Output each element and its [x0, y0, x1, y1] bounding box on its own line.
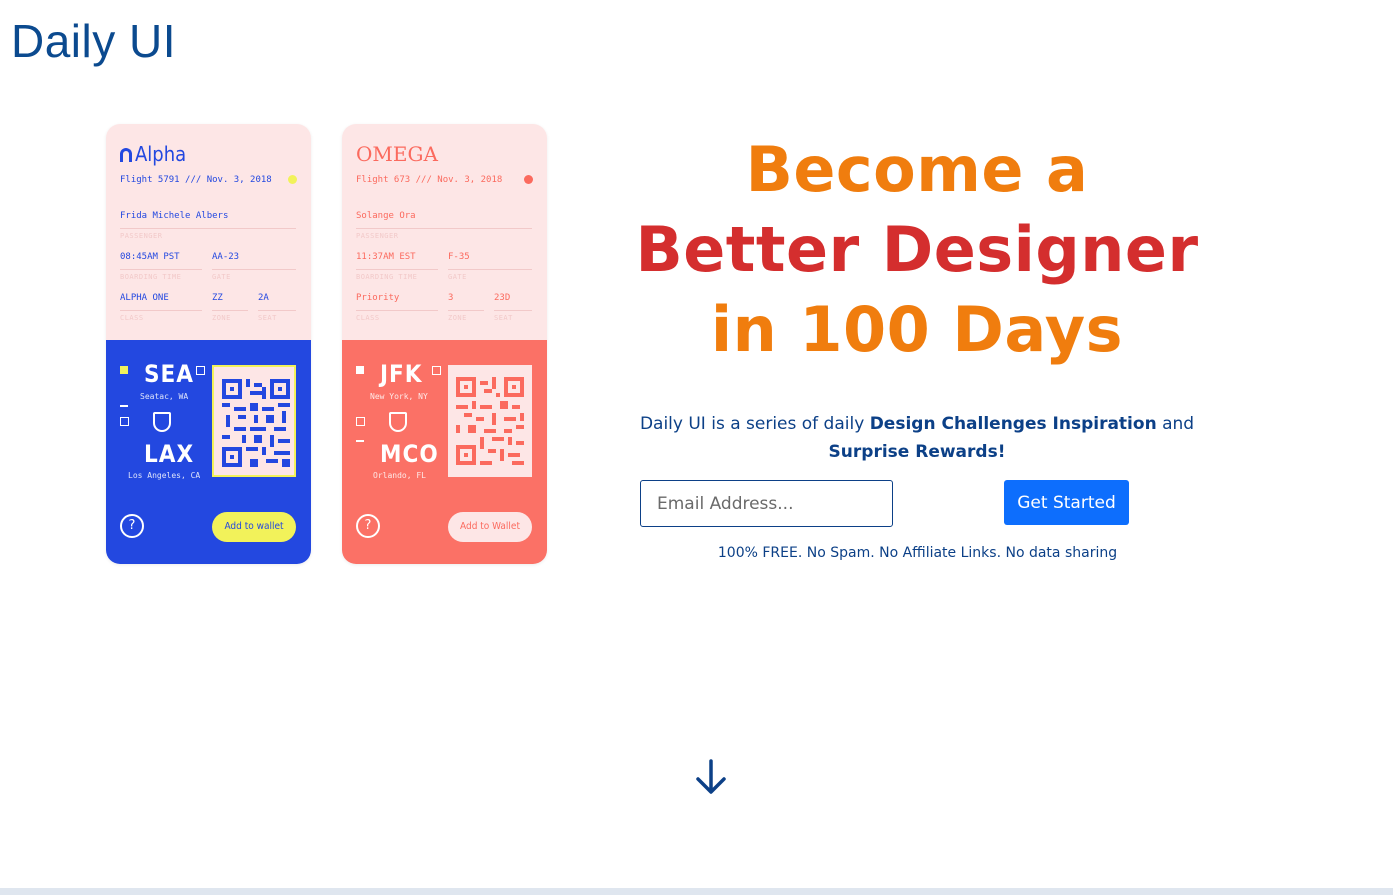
origin-code: JFK: [380, 360, 423, 388]
gate-label: GATE: [448, 273, 467, 281]
ticket-bottom: SEA Seatac, WA LAX Los Angeles, CA ? Add…: [106, 340, 311, 564]
square-icon: [356, 366, 364, 374]
zone-label: ZONE: [448, 314, 467, 322]
passenger-label: PASSENGER: [356, 232, 399, 240]
add-to-wallet-button[interactable]: Add to wallet: [212, 512, 296, 542]
passenger-label: PASSENGER: [120, 232, 163, 240]
fine-print: 100% FREE. No Spam. No Affiliate Links. …: [717, 545, 1118, 561]
help-button[interactable]: ?: [120, 514, 144, 538]
lead-text-part: Daily UI is a series of daily: [639, 414, 870, 434]
class: ALPHA ONE: [120, 293, 169, 303]
lead-highlight: Design Challenges Inspiration: [869, 414, 1157, 434]
dash-icon: [356, 440, 364, 442]
ticket-omega: OMEGA Flight 673 /// Nov. 3, 2018 Solang…: [342, 124, 547, 564]
boarding-time: 08:45AM PST: [120, 252, 180, 262]
seat-label: SEAT: [494, 314, 513, 322]
hero-line-1: Become a: [745, 133, 1089, 206]
divider: [448, 310, 484, 311]
seat-label: SEAT: [258, 314, 277, 322]
status-dot: [524, 175, 533, 184]
hero-line-2: Better Designer: [635, 213, 1199, 286]
origin-city: Seatac, WA: [140, 392, 189, 401]
zone: ZZ: [212, 293, 223, 303]
divider: [258, 310, 296, 311]
alpha-logo-icon: [120, 148, 132, 162]
box-icon: [432, 366, 441, 375]
ticket-top: OMEGA Flight 673 /// Nov. 3, 2018 Solang…: [342, 124, 547, 340]
qr-code: [212, 365, 296, 477]
zone-label: ZONE: [212, 314, 231, 322]
add-to-wallet-button[interactable]: Add to Wallet: [448, 512, 532, 542]
destination-code: MCO: [380, 440, 439, 468]
footer-strip: [0, 888, 1393, 895]
seat: 2A: [258, 293, 269, 303]
boarding-time: 11:37AM EST: [356, 252, 416, 262]
status-dot: [288, 175, 297, 184]
site-logo[interactable]: Daily UI: [11, 14, 176, 68]
class-label: CLASS: [356, 314, 380, 322]
flight-info: Flight 673 /// Nov. 3, 2018: [356, 175, 503, 185]
gate: AA-23: [212, 252, 240, 262]
ticket-top: Alpha Flight 5791 /// Nov. 3, 2018 Frida…: [106, 124, 311, 340]
class-label: CLASS: [120, 314, 144, 322]
ticket-brand: OMEGA: [356, 142, 438, 166]
destination-code: LAX: [144, 440, 195, 468]
passenger-name: Frida Michele Albers: [120, 211, 229, 221]
divider: [212, 269, 296, 270]
arrow-down-icon[interactable]: [693, 758, 729, 796]
divider: [120, 310, 202, 311]
qr-code: [448, 365, 532, 477]
box-icon: [196, 366, 205, 375]
dash-icon: [120, 405, 128, 407]
origin-code: SEA: [144, 360, 195, 388]
lead-highlight: Surprise Rewards!: [828, 442, 1006, 462]
zone: 3: [448, 293, 454, 303]
boarding-time-label: BOARDING TIME: [356, 273, 418, 281]
divider: [120, 269, 202, 270]
divider: [448, 269, 532, 270]
ticket-bottom: JFK New York, NY MCO Orlando, FL ? Add t…: [342, 340, 547, 564]
destination-city: Los Angeles, CA: [128, 471, 201, 480]
box-icon: [356, 417, 365, 426]
gate-label: GATE: [212, 273, 231, 281]
get-started-button[interactable]: Get Started: [1004, 480, 1129, 525]
divider: [212, 310, 248, 311]
qr-code-icon: [222, 379, 290, 467]
boarding-time-label: BOARDING TIME: [120, 273, 182, 281]
ticket-alpha: Alpha Flight 5791 /// Nov. 3, 2018 Frida…: [106, 124, 311, 564]
ticket-brand: Alpha: [120, 142, 186, 166]
qr-code-icon: [456, 377, 524, 465]
help-button[interactable]: ?: [356, 514, 380, 538]
passenger-name: Solange Ora: [356, 211, 416, 221]
divider: [356, 228, 532, 229]
shield-icon: [153, 412, 171, 432]
divider: [356, 310, 438, 311]
divider: [120, 228, 296, 229]
square-icon: [120, 366, 128, 374]
seat: 23D: [494, 293, 511, 303]
lead-text: Daily UI is a series of daily Design Cha…: [612, 410, 1222, 466]
box-icon: [120, 417, 129, 426]
destination-city: Orlando, FL: [373, 471, 426, 480]
hero-heading: Become a Better Designer in 100 Days: [620, 130, 1214, 370]
divider: [494, 310, 532, 311]
email-input[interactable]: [640, 480, 893, 527]
shield-icon: [389, 412, 407, 432]
origin-city: New York, NY: [370, 392, 428, 401]
hero-line-3: in 100 Days: [710, 293, 1124, 366]
gate: F-35: [448, 252, 470, 262]
lead-text-part: and: [1156, 414, 1195, 434]
flight-info: Flight 5791 /// Nov. 3, 2018: [120, 175, 272, 185]
class: Priority: [356, 293, 400, 303]
divider: [356, 269, 438, 270]
